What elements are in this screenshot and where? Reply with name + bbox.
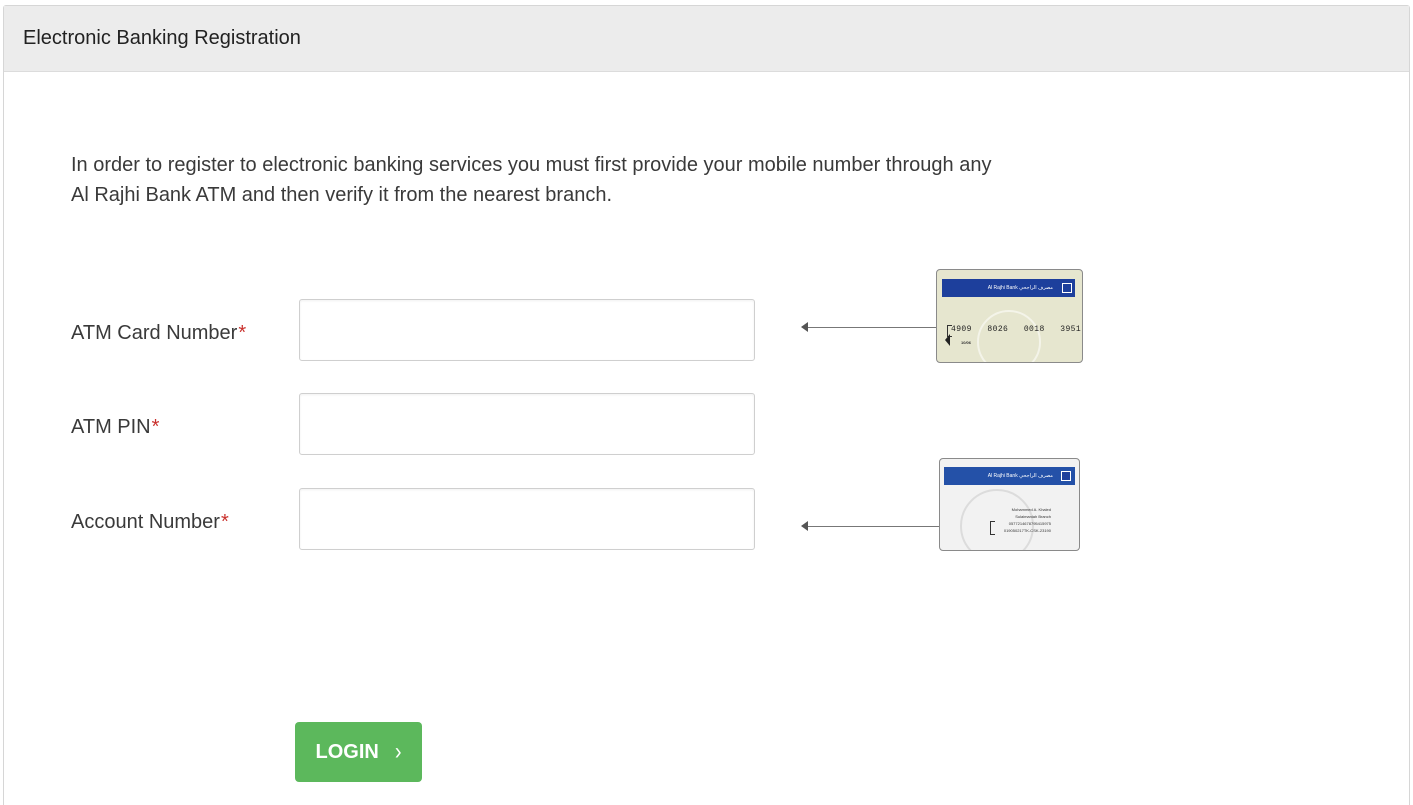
- bank-logo-icon: [1062, 283, 1072, 293]
- atm-card-number-input[interactable]: [299, 299, 755, 361]
- intro-line-1: In order to register to electronic banki…: [71, 154, 992, 176]
- account-number-pointer-arrow: [801, 521, 949, 531]
- atm-card-back-image: Al Rajhi Bank مصرف الراجحي Mohammed A. K…: [939, 458, 1080, 551]
- atm-card-front-image: Al Rajhi Bank مصرف الراجحي 4909 8026 001…: [936, 269, 1083, 363]
- chevron-right-icon: ›: [394, 738, 402, 765]
- card-number-pointer-arrow: [801, 322, 949, 332]
- panel-header: Electronic Banking Registration: [4, 6, 1409, 72]
- intro-text: In order to register to electronic banki…: [71, 150, 1071, 210]
- card-back-band: Al Rajhi Bank مصرف الراجحي: [944, 467, 1075, 485]
- page-title: Electronic Banking Registration: [23, 27, 301, 49]
- bank-logo-icon: [1061, 471, 1071, 481]
- intro-line-2: Al Rajhi Bank ATM and then verify it fro…: [71, 184, 612, 206]
- atm-pin-label: ATM PIN*: [71, 416, 160, 438]
- login-button-label: LOGIN: [315, 740, 379, 763]
- required-marker: *: [151, 416, 160, 438]
- atm-card-number-label: ATM Card Number*: [71, 322, 247, 344]
- card-valid-date: 10/06: [961, 340, 972, 345]
- card-chevron-icon: [945, 334, 950, 346]
- account-number-label: Account Number*: [71, 511, 229, 533]
- card-front-band: Al Rajhi Bank مصرف الراجحي: [942, 279, 1075, 297]
- required-marker: *: [238, 322, 247, 344]
- login-button[interactable]: LOGIN ›: [295, 722, 422, 782]
- account-number-input[interactable]: [299, 488, 755, 550]
- card-number-sample: 4909 8026 0018 3951: [951, 325, 1082, 334]
- required-marker: *: [220, 511, 229, 533]
- atm-pin-input[interactable]: [299, 393, 755, 455]
